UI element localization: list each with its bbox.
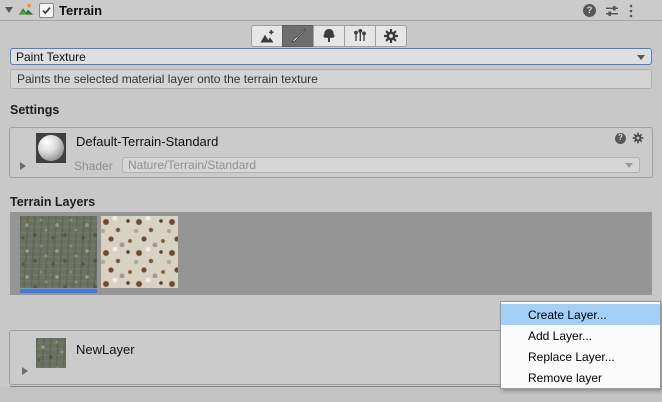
component-enabled-checkbox[interactable] xyxy=(39,3,54,18)
help-icon[interactable]: ? xyxy=(615,133,626,144)
tool-help-text: Paints the selected material layer onto … xyxy=(17,72,318,86)
tool-terrain-settings-button[interactable] xyxy=(375,25,407,47)
terrain-layers-label: Terrain Layers xyxy=(10,195,95,209)
paintbrush-icon xyxy=(290,28,306,44)
terrain-component-header: Terrain ? xyxy=(0,0,662,21)
sphere-icon xyxy=(38,135,64,161)
help-icon[interactable]: ? xyxy=(583,4,596,17)
chevron-down-icon xyxy=(637,55,645,60)
presets-icon[interactable] xyxy=(605,4,619,18)
gear-icon xyxy=(383,28,399,44)
shader-value: Nature/Terrain/Standard xyxy=(128,158,256,172)
layer-tile-rock[interactable] xyxy=(101,216,178,288)
component-foldout-icon[interactable] xyxy=(5,7,13,13)
terrain-layer-palette xyxy=(10,212,652,295)
layer-foldout-icon[interactable] xyxy=(22,367,28,375)
inspector-empty-area xyxy=(0,387,662,402)
material-header-actions: ? xyxy=(615,132,644,144)
settings-section-label: Settings xyxy=(10,103,59,117)
layer-context-menu: Create Layer... Add Layer... Replace Lay… xyxy=(500,301,661,389)
menu-item-remove-layer[interactable]: Remove layer xyxy=(501,367,660,388)
terrain-inspector: Terrain ? xyxy=(0,0,662,402)
chevron-down-icon xyxy=(625,163,633,168)
gear-icon[interactable] xyxy=(632,132,644,144)
terrain-tool-toolbar xyxy=(251,25,407,47)
menu-item-replace-layer[interactable]: Replace Layer... xyxy=(501,346,660,367)
tree-icon xyxy=(321,28,337,44)
tool-paint-trees-button[interactable] xyxy=(313,25,345,47)
material-sphere-preview[interactable] xyxy=(36,133,66,163)
terrain-component-icon xyxy=(18,2,34,18)
menu-item-create-layer[interactable]: Create Layer... xyxy=(501,304,660,325)
layer-name: NewLayer xyxy=(76,342,135,357)
material-foldout-icon[interactable] xyxy=(20,162,26,170)
paint-mode-value: Paint Texture xyxy=(16,50,86,64)
shader-dropdown: Nature/Terrain/Standard xyxy=(122,157,640,173)
selected-layer-indicator xyxy=(20,289,97,293)
component-title: Terrain xyxy=(59,3,102,18)
paint-mode-dropdown[interactable]: Paint Texture xyxy=(10,48,652,65)
layer-tile-grass[interactable] xyxy=(20,216,97,288)
mountain-plus-icon xyxy=(259,29,275,44)
checkmark-icon xyxy=(41,5,52,16)
tool-help-box: Paints the selected material layer onto … xyxy=(10,69,652,89)
material-name: Default-Terrain-Standard xyxy=(76,134,218,149)
shader-label: Shader xyxy=(74,159,113,173)
grass-details-icon xyxy=(352,28,368,44)
material-editor-box: Default-Terrain-Standard Shader Nature/T… xyxy=(9,127,653,178)
header-actions: ? xyxy=(583,0,662,21)
tool-create-neighbor-terrains-button[interactable] xyxy=(251,25,283,47)
tool-paint-terrain-button[interactable] xyxy=(282,25,314,47)
tool-paint-details-button[interactable] xyxy=(344,25,376,47)
menu-item-add-layer[interactable]: Add Layer... xyxy=(501,325,660,346)
layer-thumbnail[interactable] xyxy=(36,338,66,368)
kebab-menu-icon[interactable] xyxy=(628,3,634,19)
